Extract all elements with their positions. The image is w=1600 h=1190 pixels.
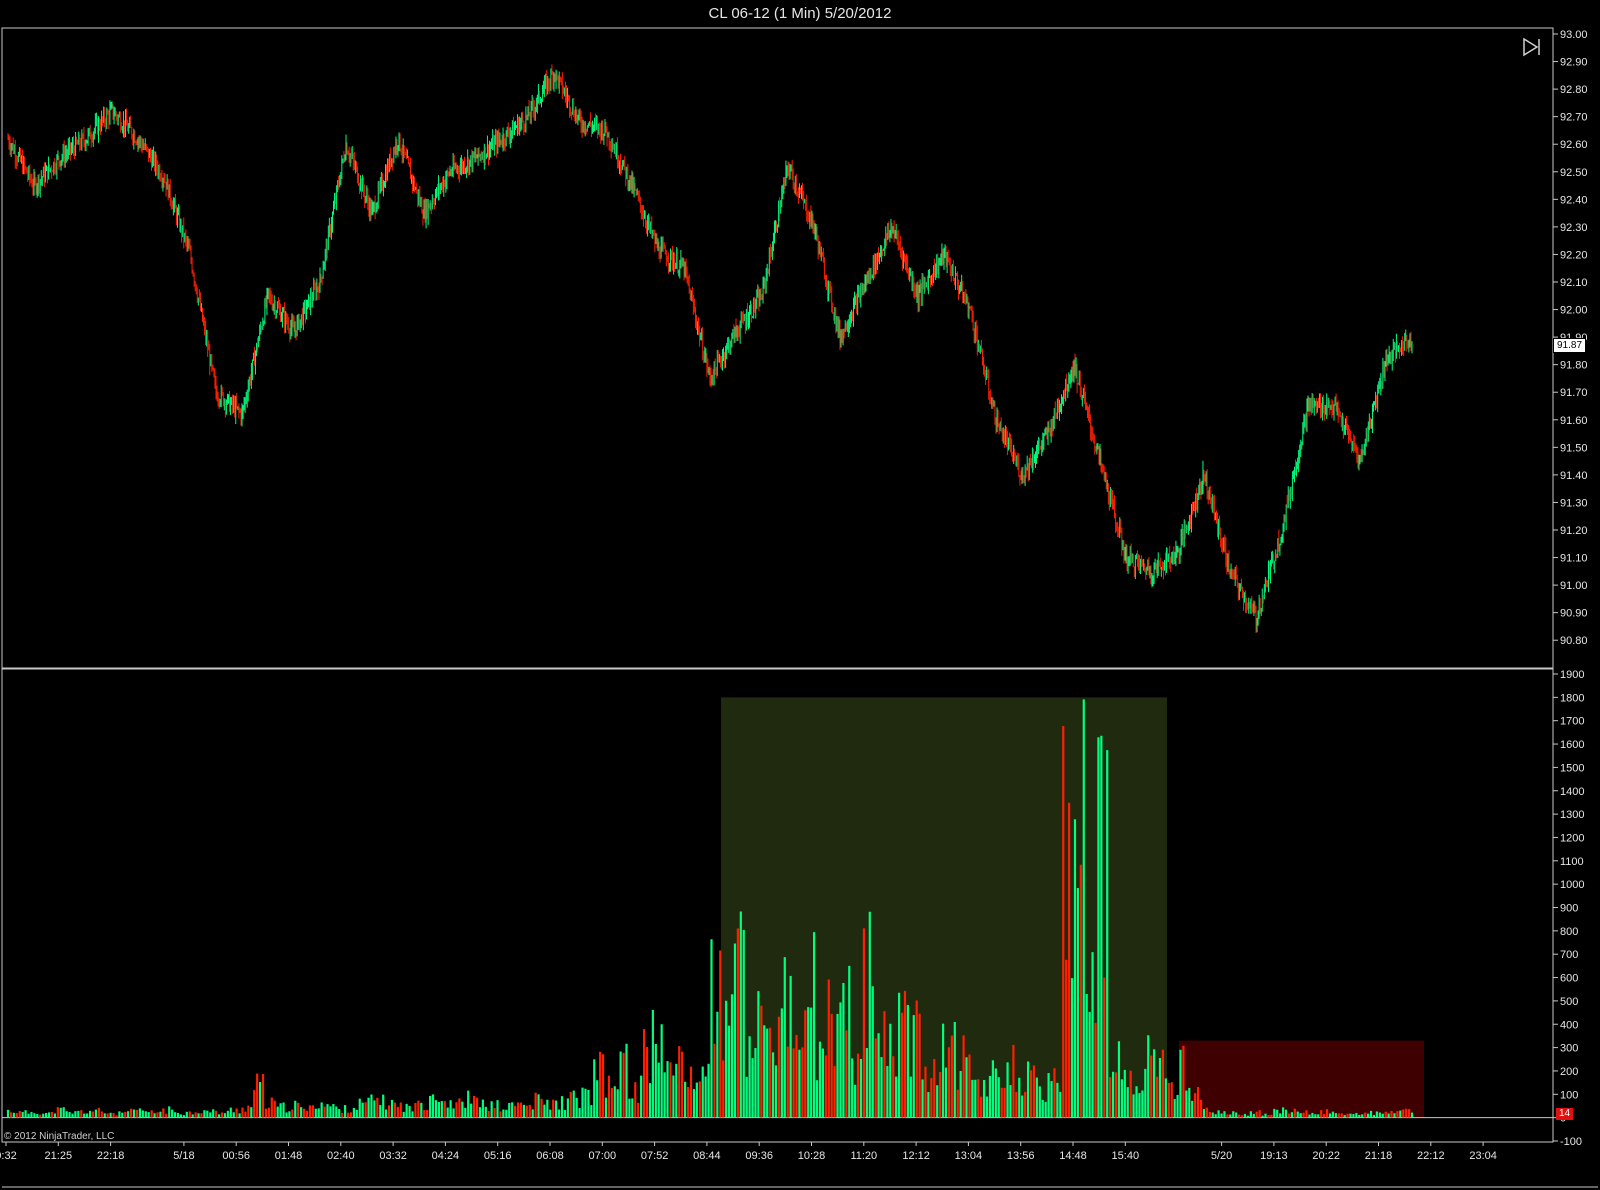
x-tick-label: 5/18: [173, 1150, 194, 1162]
volume-y-tick-label: -100: [1560, 1136, 1582, 1148]
x-tick-label: 09:36: [745, 1150, 773, 1162]
price-y-tick-label: 91.00: [1560, 580, 1588, 592]
volume-y-tick-label: 1600: [1560, 739, 1584, 751]
price-y-tick-label: 92.00: [1560, 305, 1588, 317]
x-tick-label: 22:12: [1417, 1150, 1445, 1162]
x-tick-label: 06:08: [536, 1150, 564, 1162]
x-tick-label: 0:32: [0, 1150, 17, 1162]
x-tick-label: 10:28: [798, 1150, 826, 1162]
volume-y-tick-label: 1400: [1560, 786, 1584, 798]
price-y-tick-label: 93.00: [1560, 29, 1588, 41]
x-tick-label: 12:12: [902, 1150, 930, 1162]
last-price-tag: 91.87: [1553, 338, 1587, 353]
scroll-end-button[interactable]: [1521, 36, 1543, 58]
x-tick-label: 19:13: [1260, 1150, 1288, 1162]
price-panel-frame: [1, 27, 1554, 669]
price-y-tick-label: 91.20: [1560, 525, 1588, 537]
price-y-tick-label: 91.80: [1560, 360, 1588, 372]
skip-to-end-icon: [1523, 37, 1540, 57]
price-y-tick-label: 92.60: [1560, 139, 1588, 151]
x-tick-label: 05:16: [484, 1150, 512, 1162]
x-tick-label: 07:00: [589, 1150, 617, 1162]
volume-y-tick-label: 100: [1560, 1089, 1578, 1101]
volume-y-tick-label: 900: [1560, 903, 1578, 915]
price-y-tick-label: 92.30: [1560, 222, 1588, 234]
x-tick-label: 07:52: [641, 1150, 669, 1162]
volume-y-tick-label: 800: [1560, 926, 1578, 938]
volume-y-tick-label: 200: [1560, 1066, 1578, 1078]
volume-y-tick-label: 700: [1560, 949, 1578, 961]
x-tick-label: 11:20: [850, 1150, 877, 1162]
x-tick-label: 21:18: [1365, 1150, 1393, 1162]
volume-y-tick-label: 1900: [1560, 669, 1584, 681]
x-tick-label: 13:04: [955, 1150, 983, 1162]
volume-y-tick-label: 1200: [1560, 832, 1584, 844]
price-y-tick-label: 91.30: [1560, 497, 1588, 509]
volume-y-tick-label: 500: [1560, 996, 1578, 1008]
price-y-tick-label: 92.90: [1560, 57, 1588, 69]
price-y-tick-label: 90.80: [1560, 635, 1588, 647]
price-y-tick-label: 91.50: [1560, 442, 1588, 454]
price-y-tick-label: 92.10: [1560, 277, 1588, 289]
x-tick-label: 02:40: [327, 1150, 355, 1162]
price-y-tick-label: 91.10: [1560, 553, 1588, 565]
price-y-tick-label: 92.50: [1560, 167, 1588, 179]
volume-y-tick-label: 1000: [1560, 879, 1584, 891]
volume-y-tick-label: 1800: [1560, 692, 1584, 704]
x-tick-label: 04:24: [432, 1150, 460, 1162]
x-tick-label: 21:25: [45, 1150, 73, 1162]
session-shade: [1179, 1040, 1424, 1118]
copyright-label: © 2012 NinjaTrader, LLC: [4, 1131, 115, 1142]
volume-y-tick-label: 600: [1560, 973, 1578, 985]
x-tick-label: 20:22: [1312, 1150, 1340, 1162]
x-tick-label: 08:44: [693, 1150, 721, 1162]
price-y-tick-label: 91.40: [1560, 470, 1588, 482]
x-tick-label: 23:04: [1469, 1150, 1497, 1162]
x-tick-label: 01:48: [275, 1150, 303, 1162]
x-tick-label: 14:48: [1059, 1150, 1087, 1162]
price-y-tick-label: 92.70: [1560, 112, 1588, 124]
x-tick-label: 13:56: [1007, 1150, 1035, 1162]
x-tick-label: 00:56: [222, 1150, 250, 1162]
price-y-tick-label: 92.40: [1560, 194, 1588, 206]
chart-canvas[interactable]: 0:32 21:25 22:18 5/18 00:56 01:48 02:40 03:32 04…: [0, 0, 1600, 1190]
x-tick-label: 03:32: [379, 1150, 407, 1162]
price-y-tick-label: 92.20: [1560, 249, 1588, 261]
volume-y-tick-label: 1100: [1560, 856, 1584, 868]
x-tick-label: 15:40: [1112, 1150, 1140, 1162]
volume-y-tick-label: 400: [1560, 1019, 1578, 1031]
x-tick-label: 5/20: [1211, 1150, 1232, 1162]
volume-y-tick-label: 1700: [1560, 716, 1584, 728]
volume-y-tick-label: 1300: [1560, 809, 1584, 821]
last-volume-tag: 14: [1556, 1108, 1574, 1120]
price-y-tick-label: 91.60: [1560, 415, 1588, 427]
price-y-tick-label: 90.90: [1560, 608, 1588, 620]
price-y-tick-label: 91.70: [1560, 387, 1588, 399]
x-tick-label: 22:18: [97, 1150, 125, 1162]
volume-y-tick-label: 1500: [1560, 762, 1584, 774]
price-y-tick-label: 92.80: [1560, 84, 1588, 96]
volume-y-tick-label: 300: [1560, 1043, 1578, 1055]
